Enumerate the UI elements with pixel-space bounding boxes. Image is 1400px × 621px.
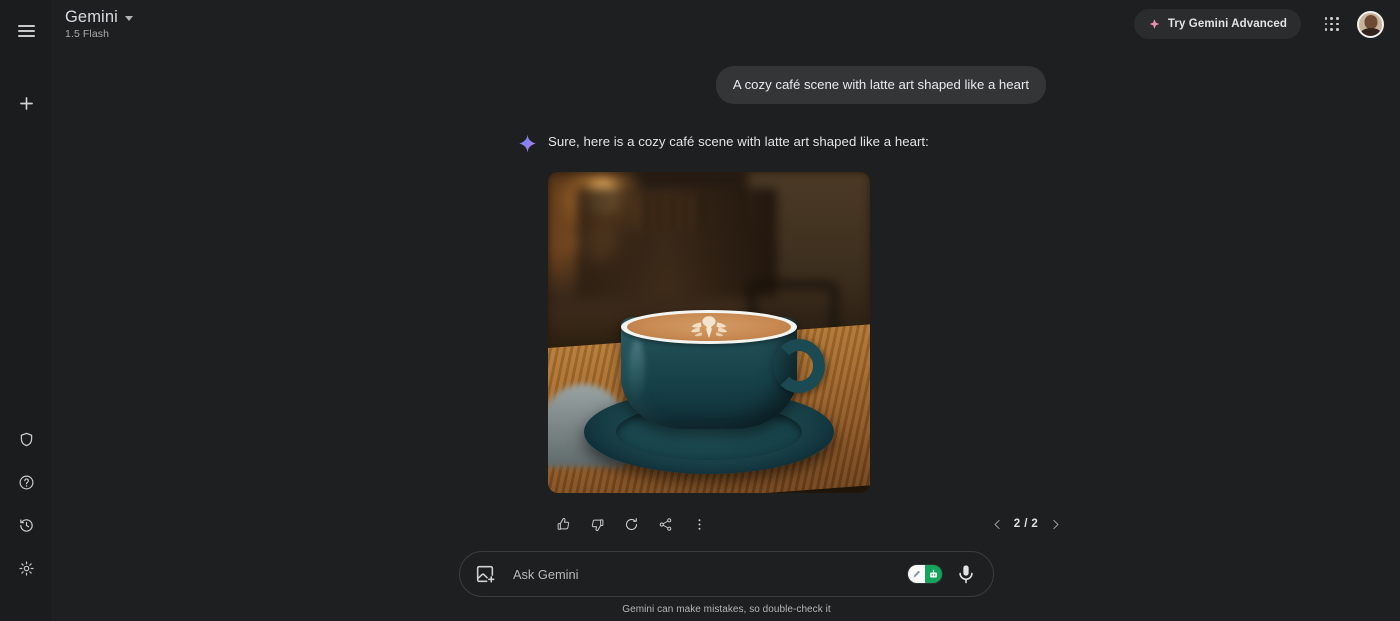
assistant-text: Sure, here is a cozy café scene with lat… [548,134,929,149]
chevron-down-icon[interactable] [124,15,133,21]
disclaimer-text: Gemini can make mistakes, so double-chec… [622,604,831,615]
ask-gemini-input[interactable] [496,566,908,582]
user-message-row: A cozy café scene with latte art shaped … [53,66,1400,104]
thumbs-up-button[interactable] [548,509,578,539]
pen-icon [908,565,925,583]
pagination-count: 2 / 2 [1013,518,1039,530]
gems-shield-icon [20,432,32,446]
cafe-shelf [576,188,777,298]
apps-grid-icon[interactable] [1315,7,1349,41]
pagination-next-button[interactable] [1042,511,1068,537]
chevron-left-icon [994,519,1000,529]
coffee-cup [621,309,825,429]
plus-icon [19,96,33,110]
conversation-inner: A cozy café scene with latte art shaped … [53,48,1400,539]
app-title: Gemini [65,8,118,26]
sidebar-bottom-group [0,424,52,583]
model-name: 1.5 Flash [65,28,110,40]
grammarly-toggle[interactable] [908,565,942,583]
sidebar-item-activity[interactable] [11,510,41,540]
add-image-icon[interactable] [474,563,496,585]
latte-art-svg [690,316,728,338]
main-area: Gemini 1.5 Flash Try Gemini Advanced A c… [53,0,1400,621]
sparkle-icon [1149,18,1160,29]
cup-highlight [629,338,645,401]
composer-bar[interactable] [459,551,994,597]
regenerate-button[interactable] [616,509,646,539]
top-header: Gemini 1.5 Flash Try Gemini Advanced [53,0,1400,48]
brand-block: Gemini 1.5 Flash [65,8,133,40]
microphone-icon[interactable] [955,563,977,585]
history-clock-icon [19,518,33,532]
chevron-right-icon [1052,519,1058,529]
new-chat-button[interactable] [10,87,42,119]
assistant-body: Sure, here is a cozy café scene with lat… [541,132,1400,539]
try-gemini-advanced-label: Try Gemini Advanced [1167,18,1287,30]
settings-gear-icon [18,560,34,576]
thumbs-down-button[interactable] [582,509,612,539]
composer-zone: Gemini can make mistakes, so double-chec… [53,551,1400,621]
try-gemini-advanced-button[interactable]: Try Gemini Advanced [1133,9,1301,39]
gemini-app-window: Gemini 1.5 Flash Try Gemini Advanced A c… [0,0,1400,621]
apps-grid-dots [1324,17,1340,31]
robot-icon [925,565,942,583]
more-options-button[interactable] [684,509,714,539]
sidebar [0,0,53,621]
response-pagination: 2 / 2 [984,511,1068,537]
sidebar-item-settings[interactable] [11,553,41,583]
model-selector[interactable]: Gemini [65,8,133,26]
help-circle-icon [19,475,33,489]
generated-image[interactable] [548,172,870,493]
share-icon [659,517,671,531]
thumbs-down-icon [591,518,603,531]
assistant-response: Sure, here is a cozy café scene with lat… [53,132,1400,539]
share-button[interactable] [650,509,680,539]
pagination-prev-button[interactable] [984,511,1010,537]
sidebar-item-gems[interactable] [11,424,41,454]
pen-glyph [913,570,920,578]
hamburger-menu-icon[interactable] [9,14,43,48]
conversation-area: A cozy café scene with latte art shaped … [53,48,1400,551]
user-avatar[interactable] [1357,10,1384,38]
thumbs-up-icon [557,517,569,530]
regenerate-icon [625,517,637,530]
user-message-bubble: A cozy café scene with latte art shaped … [715,66,1046,104]
latte-art-heart [627,314,791,342]
more-vertical-icon [698,518,700,530]
robot-glyph [930,569,937,577]
avatar-body [1360,27,1381,36]
gemini-sparkle-wrapper [513,132,541,539]
sidebar-item-help[interactable] [11,467,41,497]
response-actions-row: 2 / 2 [548,509,1068,539]
cup-handle [773,338,825,393]
cafe-shelf-slats [636,194,701,231]
hamburger-bars [17,22,35,40]
gemini-sparkle-icon [518,134,536,153]
